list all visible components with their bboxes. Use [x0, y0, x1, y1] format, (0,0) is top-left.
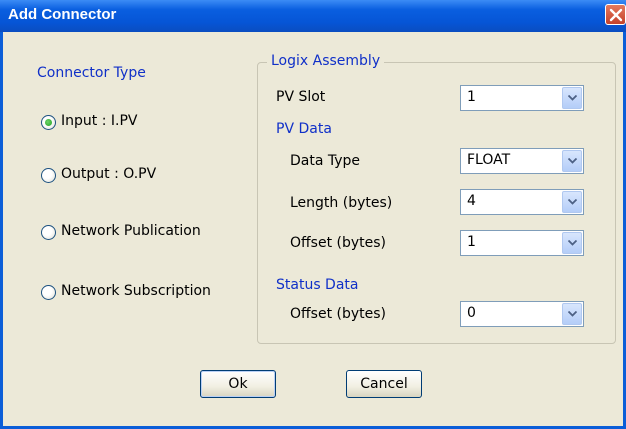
offset-label: Offset (bytes): [290, 235, 387, 251]
radio-button-selected[interactable]: [41, 115, 56, 130]
radio-label-output[interactable]: Output : O.PV: [61, 166, 156, 182]
dialog-title: Add Connector: [8, 6, 117, 23]
close-button[interactable]: [605, 4, 626, 25]
chevron-down-icon: [568, 199, 577, 205]
chevron-down-icon: [568, 240, 577, 246]
pv-slot-value: 1: [467, 89, 476, 105]
radio-label-network-publication[interactable]: Network Publication: [61, 223, 201, 239]
dropdown-arrow-button[interactable]: [562, 87, 582, 109]
ok-button[interactable]: Ok: [200, 370, 276, 398]
data-type-dropdown[interactable]: FLOAT: [460, 148, 584, 174]
data-type-value: FLOAT: [467, 152, 511, 168]
status-offset-dropdown[interactable]: 0: [460, 301, 584, 327]
connector-type-heading: Connector Type: [37, 65, 146, 81]
length-dropdown[interactable]: 4: [460, 189, 584, 215]
title-bar[interactable]: Add Connector: [0, 0, 626, 32]
logix-assembly-legend: Logix Assembly: [267, 53, 385, 69]
radio-label-network-subscription[interactable]: Network Subscription: [61, 283, 211, 299]
data-type-label: Data Type: [290, 153, 361, 169]
radio-button[interactable]: [41, 168, 56, 183]
close-icon: [609, 8, 623, 22]
dropdown-arrow-button[interactable]: [562, 191, 582, 213]
dropdown-arrow-button[interactable]: [562, 232, 582, 254]
pv-slot-label: PV Slot: [276, 89, 326, 105]
add-connector-dialog: Add Connector Connector Type Input : I.P…: [0, 0, 626, 429]
cancel-button[interactable]: Cancel: [346, 370, 422, 398]
status-data-heading: Status Data: [276, 277, 359, 293]
radio-button[interactable]: [41, 225, 56, 240]
length-value: 4: [467, 193, 476, 209]
chevron-down-icon: [568, 311, 577, 317]
chevron-down-icon: [568, 95, 577, 101]
length-label: Length (bytes): [290, 195, 393, 211]
chevron-down-icon: [568, 158, 577, 164]
radio-button[interactable]: [41, 285, 56, 300]
dropdown-arrow-button[interactable]: [562, 150, 582, 172]
dropdown-arrow-button[interactable]: [562, 303, 582, 325]
radio-dot: [45, 119, 52, 126]
radio-label-input[interactable]: Input : I.PV: [61, 113, 137, 129]
status-offset-value: 0: [467, 305, 476, 321]
pv-data-heading: PV Data: [276, 121, 332, 137]
status-offset-label: Offset (bytes): [290, 306, 387, 322]
offset-dropdown[interactable]: 1: [460, 230, 584, 256]
offset-value: 1: [467, 234, 476, 250]
pv-slot-dropdown[interactable]: 1: [460, 85, 584, 111]
